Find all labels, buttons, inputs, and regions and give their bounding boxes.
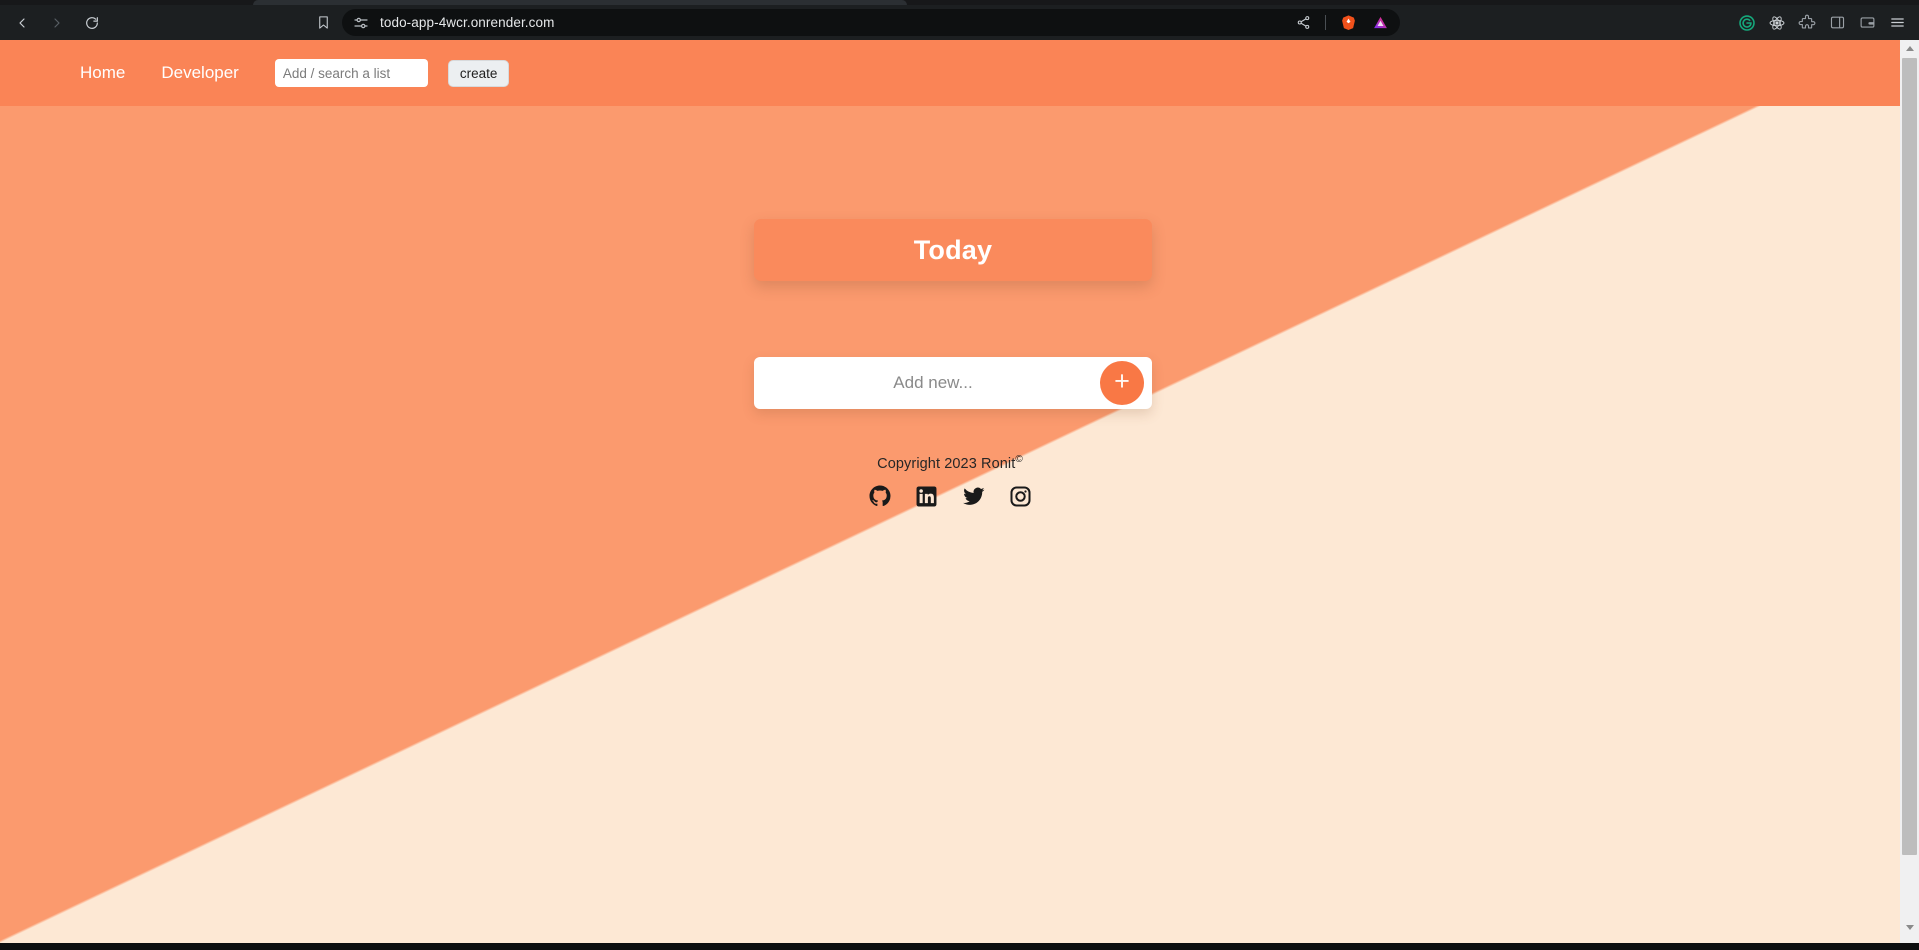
scrollbar-down-arrow[interactable]	[1900, 919, 1919, 936]
omnibox-divider	[1325, 15, 1326, 30]
page-scrollbar[interactable]	[1900, 40, 1919, 943]
chevron-down-icon	[1905, 925, 1914, 930]
reload-button[interactable]	[78, 9, 106, 37]
site-footer: Copyright 2023 Ronit©	[0, 454, 1900, 509]
site-settings-tune-icon[interactable]	[352, 14, 370, 32]
add-todo-card: +	[754, 357, 1152, 409]
omnibox-actions	[1289, 9, 1394, 36]
browser-menu-icon[interactable]	[1883, 9, 1911, 37]
page-content: Today + Copyright 2023 Ronit©	[0, 106, 1900, 943]
plus-icon: +	[1114, 366, 1130, 396]
browser-toolbar: todo-app-4wcr.onrender.com	[0, 5, 1919, 40]
page-title: Today	[913, 234, 993, 265]
linkedin-icon[interactable]	[914, 484, 939, 509]
browser-window: todo-app-4wcr.onrender.com Home Develope…	[0, 0, 1919, 950]
copyright-symbol: ©	[1015, 454, 1023, 465]
url-text: todo-app-4wcr.onrender.com	[380, 15, 555, 30]
add-todo-button[interactable]: +	[1100, 361, 1144, 405]
twitter-icon[interactable]	[961, 484, 986, 509]
leo-triangle-icon[interactable]	[1366, 9, 1394, 37]
navigation-buttons	[0, 9, 106, 37]
bookmark-icon[interactable]	[310, 10, 336, 36]
window-bottom-edge	[0, 943, 1919, 950]
copyright-label: Copyright 2023 Ronit	[877, 455, 1016, 472]
page-viewport: Home Developer create Today + Copy	[0, 40, 1919, 943]
copyright-text: Copyright 2023 Ronit©	[0, 454, 1900, 472]
scrollbar-up-arrow[interactable]	[1900, 40, 1919, 57]
brave-lion-icon[interactable]	[1334, 9, 1362, 37]
back-button[interactable]	[8, 9, 36, 37]
social-links	[0, 484, 1900, 509]
forward-button[interactable]	[43, 9, 71, 37]
page-background: Home Developer create Today + Copy	[0, 40, 1900, 943]
add-todo-input[interactable]	[754, 357, 1152, 409]
share-icon[interactable]	[1289, 9, 1317, 37]
nav-link-developer[interactable]: Developer	[161, 63, 239, 83]
github-icon[interactable]	[867, 484, 892, 509]
address-bar[interactable]: todo-app-4wcr.onrender.com	[342, 9, 1400, 36]
puzzle-extension-icon[interactable]	[1793, 9, 1821, 37]
sidebar-toggle-icon[interactable]	[1823, 9, 1851, 37]
scrollbar-thumb[interactable]	[1902, 58, 1917, 855]
nav-link-home[interactable]: Home	[80, 63, 125, 83]
site-navbar: Home Developer create	[0, 40, 1900, 106]
react-devtools-extension-icon[interactable]	[1763, 9, 1791, 37]
grammarly-extension-icon[interactable]	[1733, 9, 1761, 37]
chevron-up-icon	[1905, 46, 1914, 51]
search-list-input[interactable]	[274, 59, 428, 87]
omnibox-container: todo-app-4wcr.onrender.com	[310, 8, 1400, 37]
extension-icons	[1733, 8, 1911, 37]
instagram-icon[interactable]	[1008, 484, 1033, 509]
list-header-card[interactable]: Today	[754, 219, 1152, 281]
create-button[interactable]: create	[447, 59, 510, 87]
wallet-icon[interactable]	[1853, 9, 1881, 37]
